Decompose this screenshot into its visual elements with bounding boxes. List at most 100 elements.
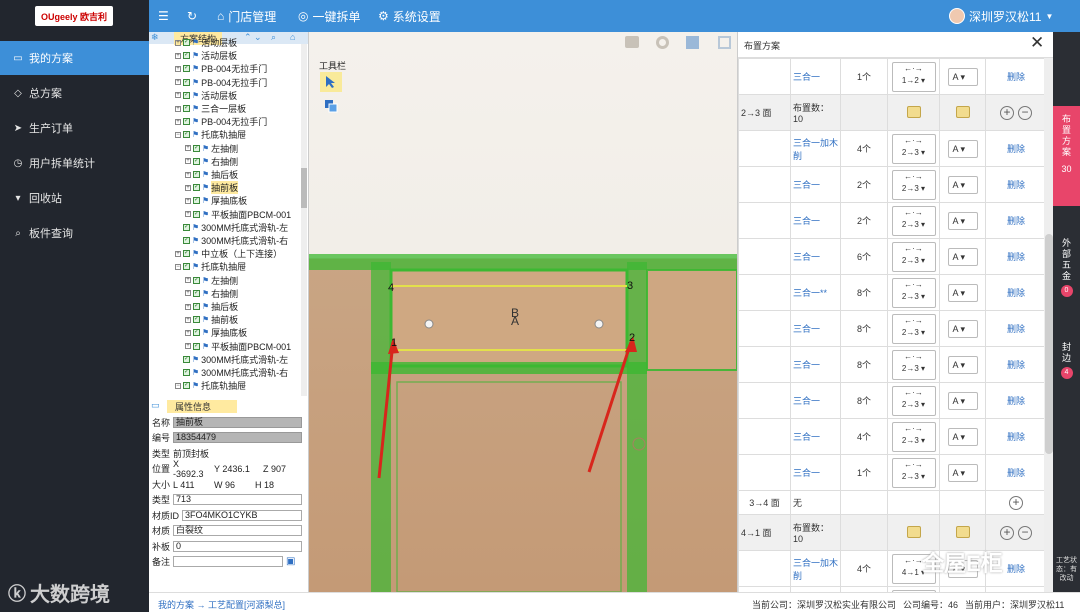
expand-toggle-icon[interactable]: + bbox=[185, 290, 191, 297]
tree-checkbox[interactable]: ✓ bbox=[183, 237, 190, 244]
expand-toggle-icon[interactable]: − bbox=[175, 382, 181, 389]
tab-layout-plan[interactable]: 布置方案 30 bbox=[1053, 106, 1080, 206]
tree-checkbox[interactable]: ✓ bbox=[183, 223, 190, 231]
direction-select[interactable]: ←·→ 2→3 ▾ bbox=[891, 169, 936, 200]
expand-toggle-icon[interactable]: + bbox=[185, 303, 191, 310]
tree-checkbox[interactable]: ✓ bbox=[183, 78, 190, 86]
sidebar-item-board-search[interactable]: ⌕ 板件查询 bbox=[0, 216, 149, 250]
hardware-name[interactable]: 三合一 bbox=[790, 166, 841, 203]
hardware-name[interactable]: 三合一 bbox=[790, 418, 841, 455]
select-tool-icon[interactable] bbox=[320, 72, 342, 92]
sidebar-item-my-plans[interactable]: ▭ 我的方案 bbox=[0, 41, 149, 75]
sidebar-item-production-orders[interactable]: ➤ 生产订单 bbox=[0, 111, 149, 145]
tree-checkbox[interactable]: ✓ bbox=[183, 369, 190, 376]
hardware-name[interactable]: 三合一加木削 bbox=[790, 130, 841, 167]
tree-node[interactable]: + ✓ ⚑ 平板抽面PBCM-001 bbox=[185, 208, 291, 221]
direction-select[interactable]: ←·→ 1→2 ▾ bbox=[891, 61, 936, 92]
layout-scrollbar-thumb[interactable] bbox=[1045, 234, 1053, 454]
direction-select[interactable]: ←·→ 2→3 ▾ bbox=[891, 349, 936, 380]
hardware-name[interactable]: 三合一 bbox=[790, 202, 841, 239]
direction-select[interactable]: ←·→ 2→3 ▾ bbox=[891, 421, 936, 452]
direction-select[interactable]: ←·→ 2→3 ▾ bbox=[891, 205, 936, 236]
tree-node[interactable]: + ✓ ⚑ 三合一层板 bbox=[175, 102, 246, 115]
cabinet-3d-model[interactable] bbox=[309, 254, 737, 592]
collapse-all-icon[interactable]: ⌃ bbox=[244, 32, 252, 43]
edit-note-icon[interactable] bbox=[955, 525, 970, 538]
tab-edge-banding[interactable]: 封边 4 bbox=[1053, 342, 1080, 387]
tree-node[interactable]: + ✓ ⚑ 厚抽底板 bbox=[185, 194, 247, 207]
camera-icon[interactable] bbox=[651, 32, 673, 52]
tree-checkbox[interactable]: ✓ bbox=[193, 316, 200, 324]
tree-checkbox[interactable]: ✓ bbox=[193, 329, 200, 337]
expand-toggle-icon[interactable]: + bbox=[185, 343, 191, 350]
prop-note-field[interactable] bbox=[173, 556, 284, 567]
add-icon[interactable]: + bbox=[1000, 525, 1014, 540]
tree-node[interactable]: + ✓ ⚑ 抽前板 bbox=[185, 181, 239, 195]
edit-note-icon[interactable] bbox=[955, 105, 970, 118]
side-select[interactable]: A ▾ bbox=[947, 319, 978, 338]
tree-checkbox[interactable]: ✓ bbox=[183, 355, 190, 363]
hardware-name[interactable]: 三合一 bbox=[790, 454, 841, 491]
tree-node[interactable]: + ✓ ⚑ 厚抽底板 bbox=[185, 326, 247, 339]
delete-link[interactable]: 删除 bbox=[985, 454, 1047, 491]
face-label[interactable]: 4→1 面 bbox=[738, 514, 791, 551]
expand-toggle-icon[interactable]: + bbox=[185, 158, 191, 165]
3d-viewport[interactable]: 工具栏 4 3 1 2 B A bbox=[309, 32, 737, 592]
tree-checkbox[interactable]: ✓ bbox=[183, 382, 190, 390]
expand-toggle-icon[interactable]: + bbox=[185, 277, 191, 284]
tree-node[interactable]: ✓ ⚑ 300MM托底式滑轨-右 bbox=[183, 234, 288, 247]
search-icon[interactable]: ⌕ bbox=[271, 32, 276, 43]
hardware-name[interactable]: 三合一 bbox=[790, 346, 841, 383]
direction-select[interactable]: ←·→ 2→3 ▾ bbox=[891, 385, 936, 416]
tree-checkbox[interactable]: ✓ bbox=[183, 250, 190, 258]
remove-icon[interactable]: − bbox=[1018, 105, 1032, 120]
tree-node[interactable]: + ✓ ⚑ 左抽侧 bbox=[185, 142, 238, 155]
side-select[interactable]: A ▾ bbox=[947, 175, 978, 194]
save-icon[interactable]: ▣ bbox=[286, 556, 295, 567]
tree-checkbox[interactable]: ✓ bbox=[183, 52, 190, 60]
expand-toggle-icon[interactable]: + bbox=[185, 145, 191, 152]
side-select[interactable]: A ▾ bbox=[947, 67, 978, 86]
delete-link[interactable]: 删除 bbox=[985, 382, 1047, 419]
tree-node[interactable]: + ✓ ⚑ 右抽侧 bbox=[185, 287, 238, 300]
home-icon[interactable]: ⌂ bbox=[290, 32, 295, 42]
tree-node[interactable]: + ✓ ⚑ 平板抽面PBCM-001 bbox=[185, 340, 291, 353]
tree-checkbox[interactable]: ✓ bbox=[193, 342, 200, 350]
nav-one-click-split[interactable]: ◎ 一键拆单 bbox=[298, 0, 361, 32]
tree-checkbox[interactable]: ✓ bbox=[193, 157, 200, 165]
tree-checkbox[interactable]: ✓ bbox=[183, 65, 190, 73]
tree-node[interactable]: + ✓ ⚑ 抽后板 bbox=[185, 168, 238, 181]
copy-tool-icon[interactable] bbox=[320, 96, 342, 116]
tree-node[interactable]: + ✓ ⚑ 右抽侧 bbox=[185, 155, 238, 168]
fullscreen-icon[interactable] bbox=[713, 32, 735, 52]
tree-checkbox[interactable]: ✓ bbox=[193, 197, 200, 205]
expand-toggle-icon[interactable]: + bbox=[175, 105, 181, 112]
tree-checkbox[interactable]: ✓ bbox=[193, 289, 200, 297]
hardware-name[interactable]: 三合一** bbox=[790, 274, 841, 311]
expand-toggle-icon[interactable]: + bbox=[185, 329, 191, 336]
prop-material-field[interactable]: 白裂纹 bbox=[173, 525, 302, 536]
expand-toggle-icon[interactable]: + bbox=[185, 316, 191, 323]
tree-checkbox[interactable]: ✓ bbox=[183, 263, 190, 271]
sidebar-item-split-stats[interactable]: ◷ 用户拆单统计 bbox=[0, 146, 149, 180]
prop-name-field[interactable]: 抽前板 bbox=[173, 417, 302, 428]
tree-node[interactable]: − ✓ ⚑ 托底轨抽屉 bbox=[175, 379, 246, 392]
tree-checkbox[interactable]: ✓ bbox=[193, 276, 200, 284]
expand-all-icon[interactable]: ⌄ bbox=[254, 32, 262, 43]
expand-toggle-icon[interactable]: − bbox=[175, 131, 181, 138]
edit-note-icon[interactable] bbox=[906, 105, 921, 118]
hardware-name[interactable]: 三合一 bbox=[790, 58, 841, 95]
tree-checkbox[interactable]: ✓ bbox=[183, 91, 190, 99]
delete-link[interactable]: 删除 bbox=[985, 58, 1047, 95]
side-select[interactable]: A ▾ bbox=[947, 391, 978, 410]
tree-node[interactable]: + ✓ ⚑ 中立板（上下连接） bbox=[175, 247, 282, 260]
tree-node[interactable]: ✓ ⚑ 300MM托底式滑轨-左 bbox=[183, 353, 288, 366]
expand-toggle-icon[interactable]: + bbox=[185, 184, 191, 191]
edit-note-icon[interactable] bbox=[906, 525, 921, 538]
breadcrumb[interactable]: 我的方案 → 工艺配置[河源梨总] bbox=[158, 598, 285, 611]
tree-scrollbar-thumb[interactable] bbox=[301, 168, 307, 208]
tree-scrollbar[interactable] bbox=[301, 44, 307, 396]
layers-icon[interactable] bbox=[681, 32, 703, 52]
hardware-name[interactable]: 三合一 bbox=[790, 238, 841, 275]
expand-toggle-icon[interactable]: − bbox=[175, 263, 181, 270]
